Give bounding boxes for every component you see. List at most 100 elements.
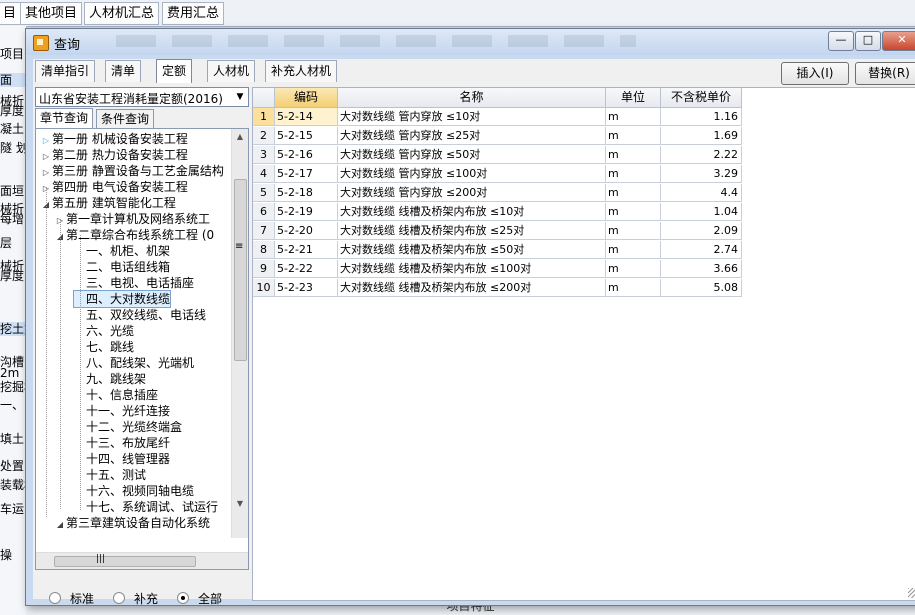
- unit-cell[interactable]: m: [606, 241, 661, 259]
- tree-node[interactable]: · 十三、布放尾纤: [74, 435, 170, 451]
- filter-all[interactable]: 全部: [177, 591, 222, 607]
- expand-icon[interactable]: ▷: [40, 165, 52, 181]
- bg-side-row[interactable]: 装载机: [0, 478, 26, 492]
- maximize-button[interactable]: □: [855, 31, 881, 51]
- row-number-cell[interactable]: 4: [253, 165, 275, 183]
- code-cell[interactable]: 5-2-16: [275, 146, 338, 164]
- tab-quota[interactable]: 定额: [156, 59, 193, 83]
- tree-node[interactable]: · 十五、测试: [74, 467, 146, 483]
- dialog-title-bar[interactable]: 查询 — □ ✕: [26, 29, 915, 55]
- name-cell[interactable]: 大对数线缆 管内穿放 ≤100对: [338, 165, 606, 183]
- tree-node[interactable]: · 九、跳线架: [74, 371, 146, 387]
- tree-node[interactable]: · 十七、系统调试、试运行: [74, 499, 218, 515]
- row-number-cell[interactable]: 7: [253, 222, 275, 240]
- bg-side-row[interactable]: 隧 划: [0, 141, 26, 155]
- tree-node[interactable]: · 十一、光纤连接: [74, 403, 170, 419]
- name-cell[interactable]: 大对数线缆 管内穿放 ≤10对: [338, 108, 606, 126]
- bg-side-row[interactable]: 车运: [0, 502, 26, 516]
- bg-side-row[interactable]: 处置: [0, 459, 26, 473]
- bg-tab-cost-summary[interactable]: 费用汇总: [162, 2, 225, 25]
- row-number-cell[interactable]: 5: [253, 184, 275, 202]
- tree-node[interactable]: · 五、双绞线缆、电话线: [74, 307, 206, 323]
- tree-node[interactable]: ◢ 第三章建筑设备自动化系统: [54, 515, 210, 531]
- bg-side-row[interactable]: 面: [0, 73, 26, 87]
- name-cell[interactable]: 大对数线缆 管内穿放 ≤25对: [338, 127, 606, 145]
- tree-node[interactable]: · 十四、线管理器: [74, 451, 170, 467]
- name-cell[interactable]: 大对数线缆 线槽及桥架内布放 ≤50对: [338, 241, 606, 259]
- expand-icon[interactable]: ▷: [40, 133, 52, 149]
- col-header-name[interactable]: 名称: [338, 88, 606, 108]
- code-cell[interactable]: 5-2-14: [275, 108, 338, 126]
- expand-icon[interactable]: ▷: [40, 149, 52, 165]
- price-cell[interactable]: 3.66: [661, 260, 742, 278]
- bg-side-row[interactable]: 填土: [0, 432, 26, 446]
- unit-cell[interactable]: m: [606, 222, 661, 240]
- row-number-cell[interactable]: 3: [253, 146, 275, 164]
- code-cell[interactable]: 5-2-23: [275, 279, 338, 297]
- collapse-icon[interactable]: ◢: [54, 517, 66, 533]
- tree-node[interactable]: · 十二、光缆终端盒: [74, 419, 182, 435]
- price-cell[interactable]: 1.04: [661, 203, 742, 221]
- minimize-button[interactable]: —: [828, 31, 854, 51]
- unit-cell[interactable]: m: [606, 184, 661, 202]
- quota-grid[interactable]: 编码 名称 单位 不含税单价 1 5-2-14 大对数线缆 管内穿放 ≤10对 m 1.…: [252, 87, 915, 601]
- code-cell[interactable]: 5-2-21: [275, 241, 338, 259]
- code-cell[interactable]: 5-2-22: [275, 260, 338, 278]
- tree-vertical-scrollbar[interactable]: ▲ ≡ ▼: [231, 129, 248, 538]
- replace-button[interactable]: 替换(R): [855, 62, 915, 85]
- name-cell[interactable]: 大对数线缆 线槽及桥架内布放 ≤10对: [338, 203, 606, 221]
- insert-button[interactable]: 插入(I): [781, 62, 849, 85]
- col-header-code[interactable]: 编码: [275, 88, 338, 108]
- tree-node[interactable]: ▷ 第一章计算机及网络系统工: [54, 211, 210, 227]
- unit-cell[interactable]: m: [606, 127, 661, 145]
- bg-side-row[interactable]: 每增: [0, 212, 26, 226]
- tree-horizontal-scrollbar[interactable]: |||: [36, 552, 248, 569]
- tab-chapter-query[interactable]: 章节查询: [35, 108, 94, 129]
- bg-side-row[interactable]: 凝土: [0, 122, 26, 136]
- tree-node[interactable]: · 十六、视频同轴电缆: [74, 483, 194, 499]
- unit-cell[interactable]: m: [606, 165, 661, 183]
- tab-bill[interactable]: 清单: [105, 60, 142, 82]
- code-cell[interactable]: 5-2-19: [275, 203, 338, 221]
- col-header-unit[interactable]: 单位: [606, 88, 661, 108]
- tab-condition-query[interactable]: 条件查询: [96, 109, 155, 129]
- price-cell[interactable]: 2.09: [661, 222, 742, 240]
- bg-side-row[interactable]: 厚度: [0, 104, 26, 118]
- tree-node[interactable]: · 三、电视、电话插座: [74, 275, 194, 291]
- bg-side-row[interactable]: 一、: [0, 398, 26, 412]
- unit-cell[interactable]: m: [606, 203, 661, 221]
- row-number-cell[interactable]: 8: [253, 241, 275, 259]
- radio-standard[interactable]: [49, 592, 61, 604]
- price-cell[interactable]: 2.22: [661, 146, 742, 164]
- name-cell[interactable]: 大对数线缆 线槽及桥架内布放 ≤25对: [338, 222, 606, 240]
- row-number-cell[interactable]: 2: [253, 127, 275, 145]
- price-cell[interactable]: 5.08: [661, 279, 742, 297]
- bg-side-row[interactable]: 层: [0, 236, 26, 250]
- tree-node-selected[interactable]: · 四、大对数线缆: [72, 290, 172, 308]
- tree-node[interactable]: · 八、配线架、光端机: [74, 355, 194, 371]
- price-cell[interactable]: 4.4: [661, 184, 742, 202]
- code-cell[interactable]: 5-2-20: [275, 222, 338, 240]
- tab-supplementary-labor-material[interactable]: 补充人材机: [265, 60, 338, 82]
- tree-node[interactable]: ▷ 第三册 静置设备与工艺金属结构: [40, 163, 224, 179]
- bg-tab-project[interactable]: 目: [0, 2, 22, 25]
- tree-node[interactable]: ▷ 第四册 电气设备安装工程: [40, 179, 188, 195]
- col-header-price[interactable]: 不含税单价: [661, 88, 742, 108]
- tree-node[interactable]: ▷ 第二册 热力设备安装工程: [40, 147, 188, 163]
- filter-supplementary[interactable]: 补充: [113, 591, 158, 607]
- bg-side-row[interactable]: 厚度: [0, 269, 26, 283]
- tree-node[interactable]: ▷ 第一册 机械设备安装工程: [40, 131, 188, 147]
- filter-standard[interactable]: 标准: [49, 591, 94, 607]
- unit-cell[interactable]: m: [606, 108, 661, 126]
- tree-node[interactable]: · 十、信息插座: [74, 387, 158, 403]
- price-cell[interactable]: 1.16: [661, 108, 742, 126]
- row-number-cell[interactable]: 9: [253, 260, 275, 278]
- row-number-cell[interactable]: 1: [253, 108, 275, 126]
- name-cell[interactable]: 大对数线缆 管内穿放 ≤200对: [338, 184, 606, 202]
- bg-side-row[interactable]: 项目: [0, 47, 26, 61]
- resize-grip-icon[interactable]: [908, 588, 915, 598]
- radio-all[interactable]: [177, 592, 189, 604]
- price-cell[interactable]: 1.69: [661, 127, 742, 145]
- h-scroll-thumb[interactable]: [54, 556, 196, 567]
- name-cell[interactable]: 大对数线缆 线槽及桥架内布放 ≤100对: [338, 260, 606, 278]
